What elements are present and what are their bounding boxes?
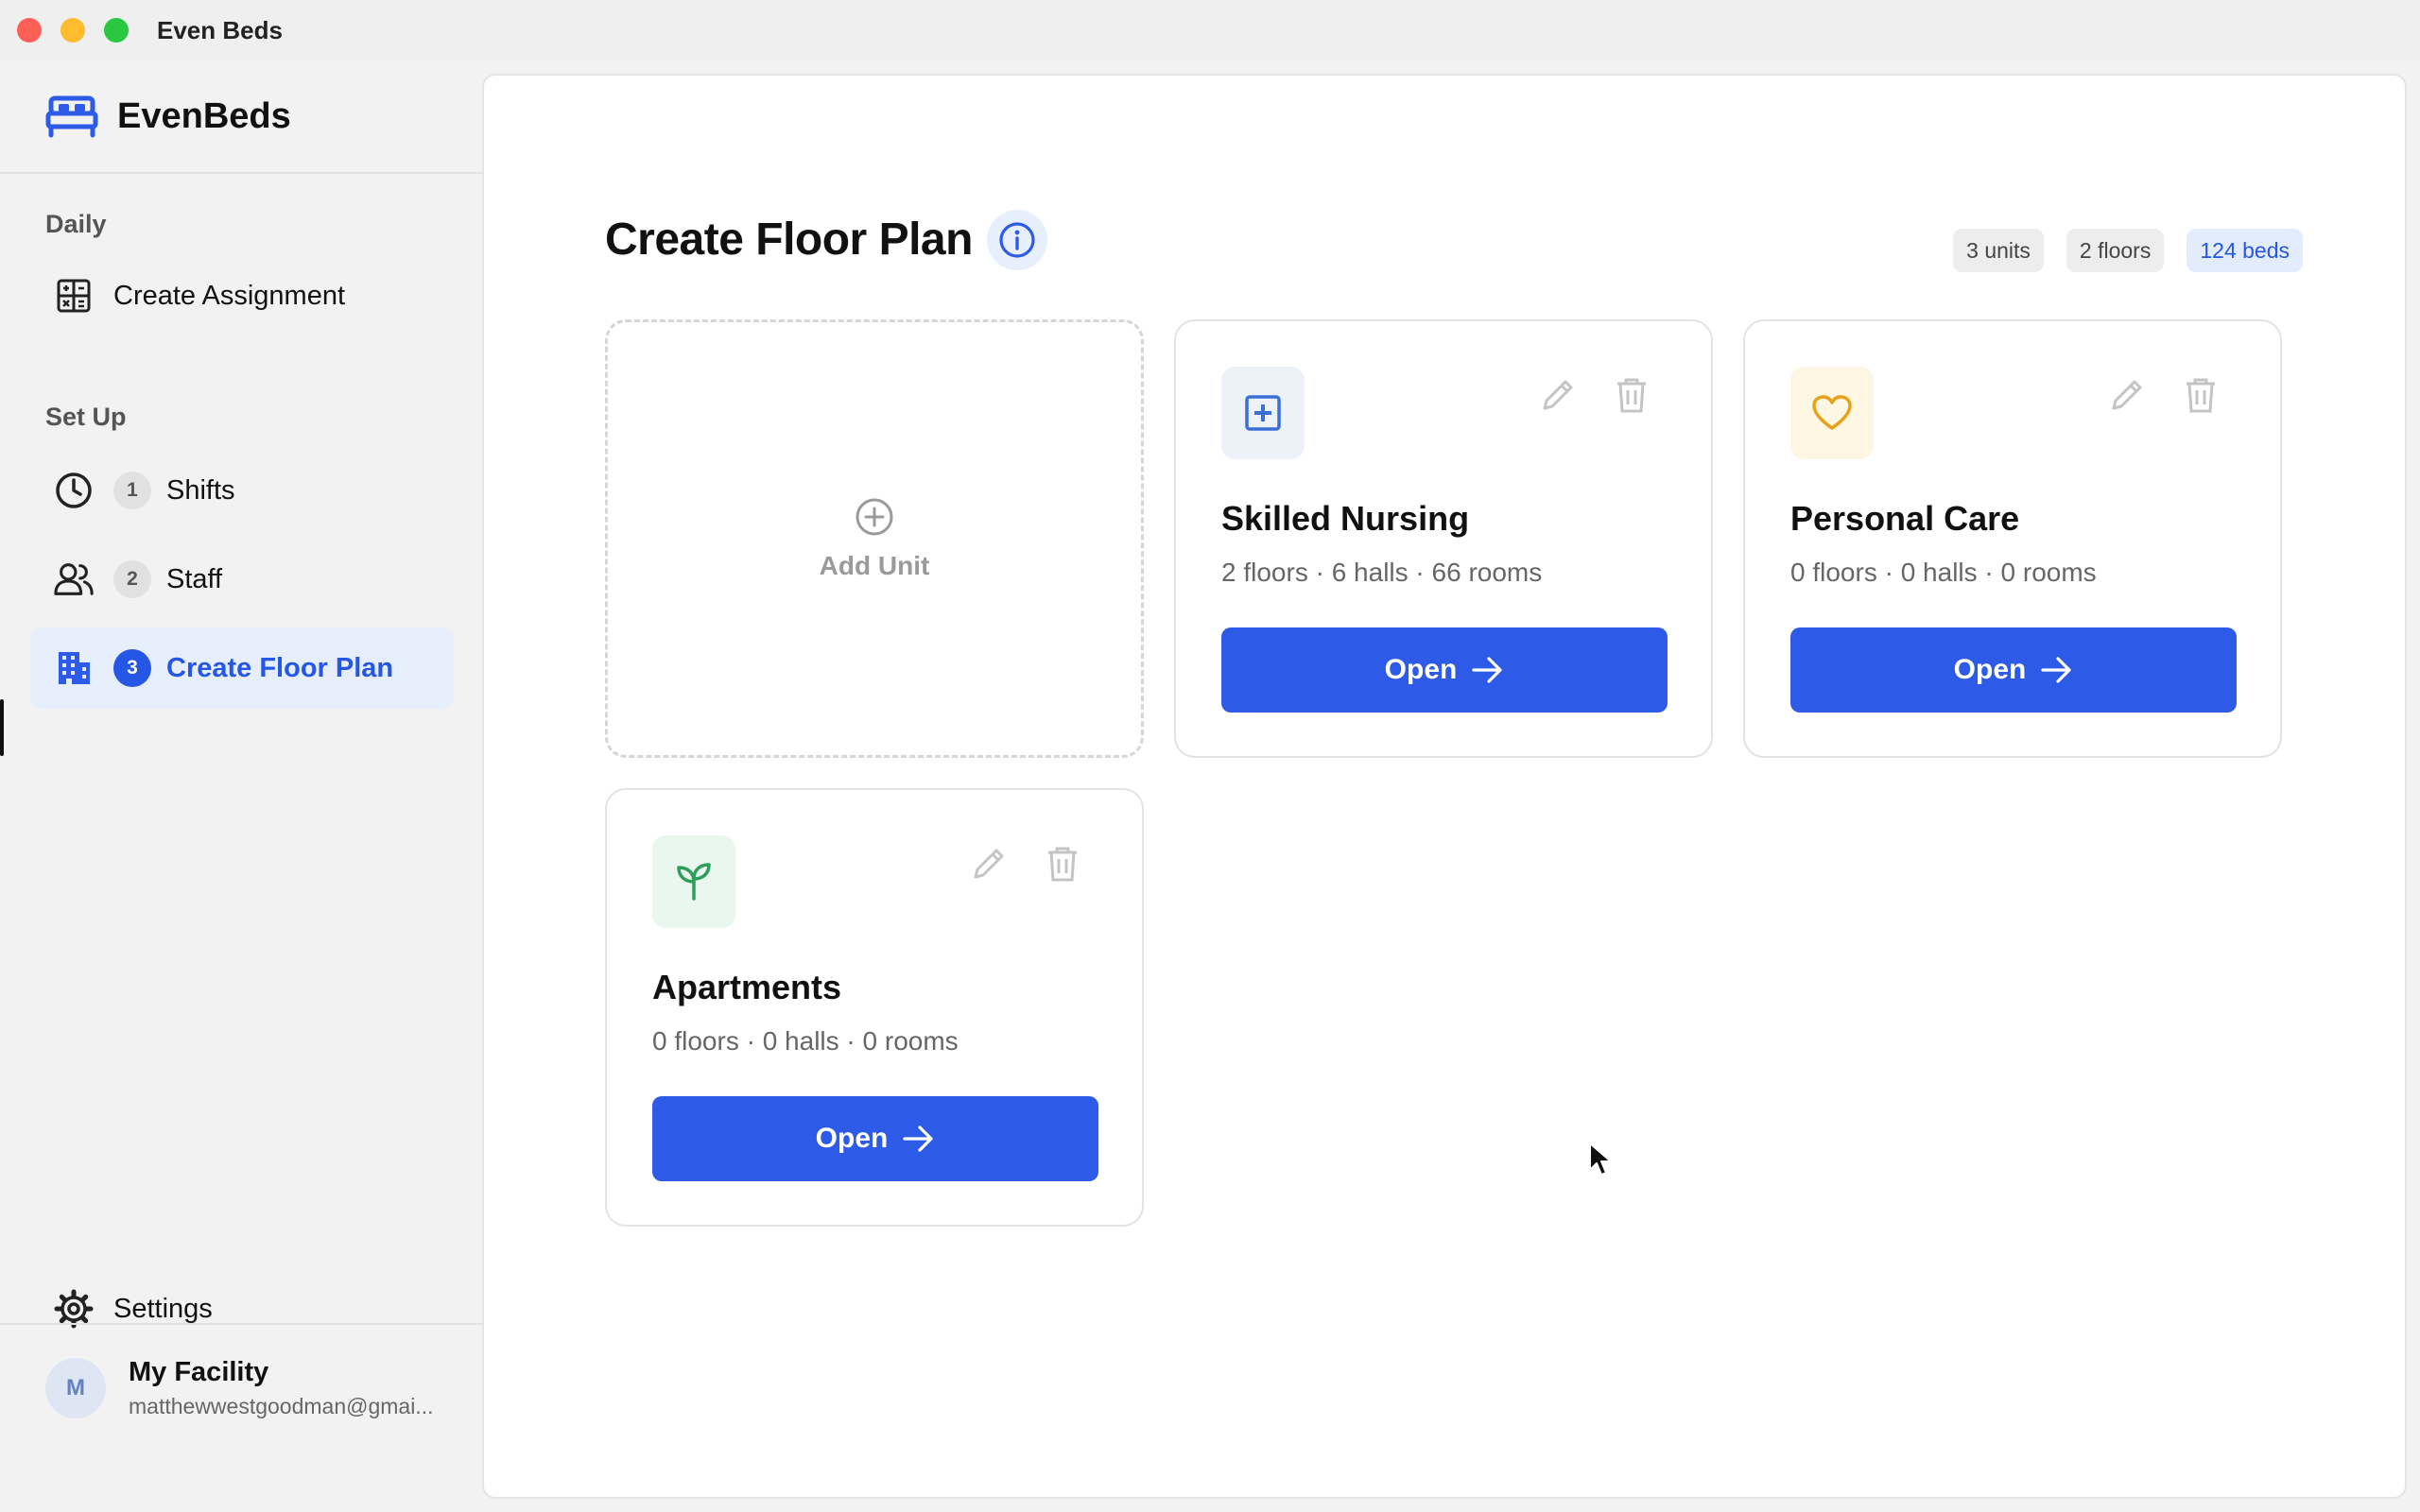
add-unit-card[interactable]: Add Unit — [605, 319, 1144, 758]
avatar: M — [45, 1358, 106, 1418]
title-bar: Even Beds — [0, 0, 2420, 60]
active-indicator — [0, 699, 4, 756]
open-unit-button[interactable]: Open — [1221, 627, 1668, 713]
sidebar-item-create-floor-plan[interactable]: 3 Create Floor Plan — [30, 627, 454, 709]
trash-icon — [1617, 378, 1646, 413]
card-actions — [1539, 376, 1651, 414]
edit-unit-button[interactable] — [970, 845, 1008, 883]
sidebar-item-staff[interactable]: 2 Staff — [30, 539, 454, 620]
account-switcher[interactable]: M My Facility matthewwestgoodman@gmai... — [0, 1323, 482, 1452]
units-count-badge: 3 units — [1953, 229, 2044, 272]
delete-unit-button[interactable] — [1613, 376, 1651, 414]
page-title: Create Floor Plan — [605, 215, 973, 265]
edit-unit-button[interactable] — [2108, 376, 2146, 414]
open-button-label: Open — [1953, 654, 2027, 685]
brand: EvenBeds — [0, 60, 482, 174]
section-title-daily: Daily — [45, 210, 107, 238]
unit-card-apartments: Apartments 0 floors · 0 halls · 0 rooms … — [605, 788, 1144, 1227]
step-badge: 2 — [113, 560, 151, 598]
maximize-window-button[interactable] — [104, 18, 129, 43]
open-unit-button[interactable]: Open — [652, 1096, 1098, 1181]
open-button-label: Open — [815, 1123, 889, 1154]
unit-name: Personal Care — [1790, 499, 2020, 538]
sidebar-item-label: Create Floor Plan — [166, 652, 394, 683]
mouse-cursor-icon — [1589, 1143, 1612, 1176]
main-content: Create Floor Plan 3 units 2 floors 124 b… — [482, 74, 2407, 1499]
clock-icon — [53, 470, 95, 511]
account-email: matthewwestgoodman@gmai... — [129, 1394, 434, 1418]
sprout-icon — [652, 835, 735, 928]
delete-unit-button[interactable] — [1044, 845, 1081, 883]
account-info: My Facility matthewwestgoodman@gmai... — [129, 1357, 434, 1419]
step-badge: 3 — [113, 649, 151, 687]
open-unit-button[interactable]: Open — [1790, 627, 2237, 713]
pencil-icon — [2112, 380, 2142, 410]
info-button[interactable] — [987, 210, 1047, 270]
medical-plus-icon — [1221, 367, 1305, 459]
unit-name: Skilled Nursing — [1221, 499, 1470, 538]
beds-count-badge: 124 beds — [2187, 229, 2303, 272]
sidebar-item-create-assignment[interactable]: Create Assignment — [30, 255, 454, 336]
unit-card-skilled-nursing: Skilled Nursing 2 floors · 6 halls · 66 … — [1174, 319, 1713, 758]
sidebar: EvenBeds Daily Create Assignment Set Up … — [0, 60, 482, 1512]
sidebar-item-label: Shifts — [166, 474, 235, 506]
calculator-icon — [53, 275, 95, 317]
arrow-right-icon — [903, 1125, 933, 1152]
pencil-icon — [1543, 380, 1573, 410]
floors-count-badge: 2 floors — [2066, 229, 2165, 272]
sidebar-item-label: Create Assignment — [113, 280, 346, 311]
unit-name: Apartments — [652, 968, 842, 1006]
edit-unit-button[interactable] — [1539, 376, 1577, 414]
close-window-button[interactable] — [17, 18, 42, 43]
unit-meta: 0 floors · 0 halls · 0 rooms — [652, 1026, 959, 1056]
users-icon — [53, 558, 95, 600]
pencil-icon — [974, 849, 1004, 879]
building-icon — [53, 647, 95, 689]
trash-icon — [2187, 378, 2215, 413]
arrow-right-icon — [2041, 657, 2071, 683]
unit-meta: 0 floors · 0 halls · 0 rooms — [1790, 558, 2097, 587]
unit-card-personal-care: Personal Care 0 floors · 0 halls · 0 roo… — [1743, 319, 2282, 758]
sidebar-item-shifts[interactable]: 1 Shifts — [30, 450, 454, 531]
plus-circle-icon — [856, 498, 893, 536]
open-button-label: Open — [1384, 654, 1458, 685]
card-actions — [2108, 376, 2220, 414]
brand-name: EvenBeds — [117, 95, 291, 136]
section-title-setup: Set Up — [45, 403, 127, 431]
info-icon — [999, 222, 1035, 258]
minimize-window-button[interactable] — [60, 18, 85, 43]
delete-unit-button[interactable] — [2182, 376, 2220, 414]
card-actions — [970, 845, 1081, 883]
heart-icon — [1790, 367, 1874, 459]
stats-bar: 3 units 2 floors 124 beds — [1953, 229, 2303, 272]
app-window: Even Beds EvenBeds Daily Create Assignme… — [0, 0, 2420, 1512]
step-badge: 1 — [113, 472, 151, 509]
sidebar-item-label: Settings — [113, 1293, 213, 1324]
arrow-right-icon — [1472, 657, 1502, 683]
unit-meta: 2 floors · 6 halls · 66 rooms — [1221, 558, 1543, 587]
trash-icon — [1048, 847, 1077, 882]
bed-icon — [45, 95, 98, 138]
window-title: Even Beds — [157, 15, 283, 44]
add-unit-label: Add Unit — [819, 551, 930, 580]
window-controls — [17, 18, 129, 43]
sidebar-item-label: Staff — [166, 563, 223, 594]
account-name: My Facility — [129, 1357, 269, 1387]
